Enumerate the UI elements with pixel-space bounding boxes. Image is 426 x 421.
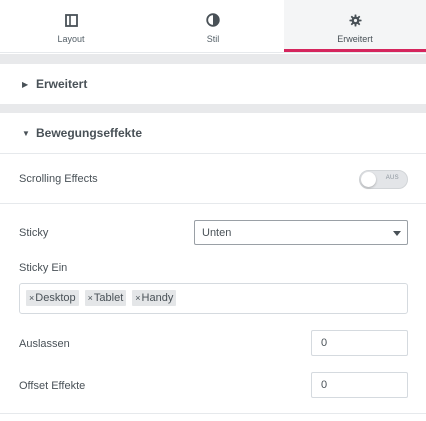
tag-handy: × Handy: [132, 290, 177, 306]
caret-down-icon: ▼: [22, 128, 30, 138]
offset-effects-label: Offset Effekte: [19, 380, 86, 392]
exclude-value: 0: [321, 337, 328, 349]
sticky-select[interactable]: Unten: [194, 220, 408, 245]
sticky-select-value: Unten: [202, 226, 232, 239]
sticky-label: Sticky: [19, 227, 49, 239]
remove-tag-icon[interactable]: ×: [135, 293, 140, 303]
caret-right-icon: ▶: [22, 79, 29, 89]
section-separator: [0, 54, 426, 64]
tab-layout[interactable]: Layout: [0, 0, 142, 52]
sticky-on-label: Sticky Ein: [19, 262, 68, 274]
tag-label: Tablet: [93, 292, 124, 304]
section-motion-header[interactable]: ▼ Bewegungseffekte: [0, 113, 426, 153]
exclude-label: Auslassen: [19, 338, 70, 350]
divider: [0, 203, 426, 204]
tag-desktop: × Desktop: [26, 290, 79, 306]
tag-label: Handy: [141, 292, 174, 304]
toggle-knob: [361, 172, 376, 187]
panel-tabs: Layout Stil Erweitert: [0, 0, 426, 53]
remove-tag-icon[interactable]: ×: [88, 293, 93, 303]
exclude-input[interactable]: 0: [311, 330, 408, 356]
tab-style-label: Stil: [206, 34, 220, 44]
section-advanced-header[interactable]: ▶ Erweitert: [0, 64, 426, 104]
section-motion-title: Bewegungseffekte: [36, 126, 143, 140]
tab-layout-label: Layout: [57, 34, 85, 44]
layout-icon: [63, 12, 79, 28]
tag-tablet: × Tablet: [84, 290, 127, 306]
tab-style[interactable]: Stil: [142, 0, 284, 52]
section-advanced-title: Erweitert: [36, 77, 88, 91]
toggle-off-text: AUS: [385, 175, 399, 181]
sticky-on-tag-input[interactable]: × Desktop × Tablet × Handy: [19, 283, 408, 314]
remove-tag-icon[interactable]: ×: [29, 293, 34, 303]
divider: [0, 153, 426, 154]
scrolling-effects-label: Scrolling Effects: [19, 173, 98, 185]
half-circle-icon: [205, 12, 221, 28]
offset-effects-value: 0: [321, 379, 328, 391]
tab-advanced-label: Erweitert: [337, 34, 373, 44]
divider: [0, 413, 426, 414]
tag-label: Desktop: [35, 292, 76, 304]
chevron-down-icon: [393, 231, 401, 236]
section-separator: [0, 104, 426, 113]
tab-advanced[interactable]: Erweitert: [284, 0, 426, 52]
offset-effects-input[interactable]: 0: [311, 372, 408, 398]
scrolling-effects-toggle[interactable]: AUS: [359, 170, 408, 189]
gear-icon: [347, 12, 363, 28]
